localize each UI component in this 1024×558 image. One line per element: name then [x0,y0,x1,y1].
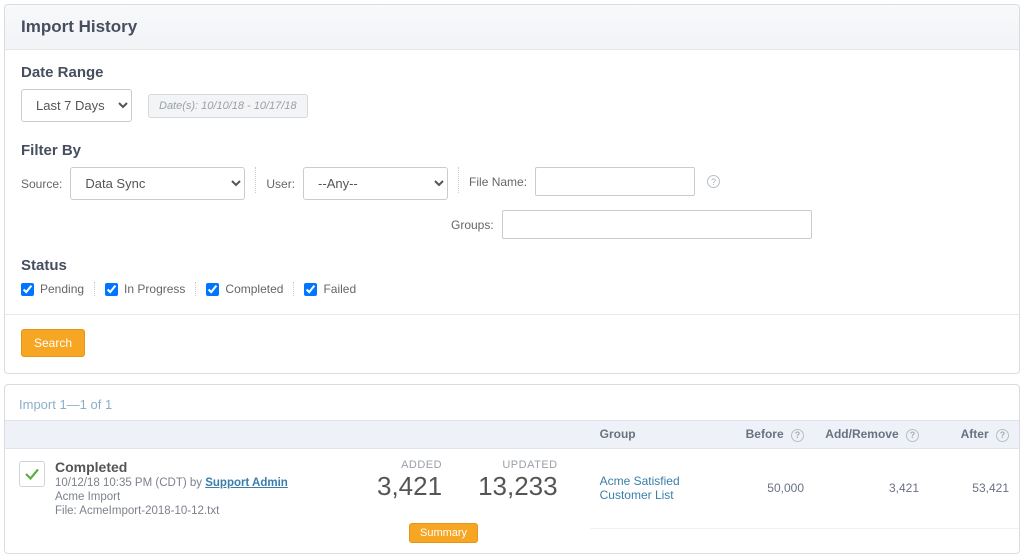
user-filter: User: --Any-- [266,167,448,200]
source-select[interactable]: Data Sync [70,167,245,200]
import-timestamp: 10/12/18 10:35 PM (CDT) [55,477,190,489]
pending-text: Pending [40,282,84,296]
import-name: Acme Import [55,491,288,503]
failed-text: Failed [323,282,356,296]
spacer-header [5,421,590,449]
page-title: Import History [21,17,1003,37]
group-table: Group Before ? Add/Remove ? After ? [5,420,1019,553]
status-pending[interactable]: Pending [21,282,84,296]
group-link[interactable]: Acme Satisfied Customer List [600,474,680,502]
separator [458,167,459,193]
filename-filter: File Name: ? [469,167,720,196]
pending-checkbox[interactable] [21,283,34,296]
result-left: Completed 10/12/18 10:35 PM (CDT) by Sup… [19,459,349,517]
date-range-label: Date Range [21,64,1003,81]
completed-text: Completed [225,282,283,296]
groups-input[interactable] [502,210,812,239]
in-progress-checkbox[interactable] [105,283,118,296]
divider [5,314,1019,315]
source-filter: Source: Data Sync [21,167,245,200]
date-range-row: Last 7 Days Date(s): 10/10/18 - 10/17/18 [21,89,1003,122]
help-icon[interactable]: ? [707,175,720,188]
help-icon[interactable]: ? [791,429,804,442]
failed-checkbox[interactable] [304,283,317,296]
checkmark-icon [23,465,41,483]
col-addremove-text: Add/Remove [825,427,898,441]
help-icon[interactable]: ? [996,429,1009,442]
updated-stat: UPDATED 13,233 [460,459,576,517]
col-after-text: After [961,427,989,441]
before-cell: 50,000 [724,448,814,528]
summary-button[interactable]: Summary [409,523,478,543]
panel-header: Import History [5,5,1019,50]
added-value: 3,421 [377,471,442,502]
table-header-row: Group Before ? Add/Remove ? After ? [5,421,1019,449]
results-title: Import 1—1 of 1 [5,385,1019,420]
result-stats: ADDED 3,421 UPDATED 13,233 [359,459,576,517]
separator [255,167,256,193]
col-addremove: Add/Remove ? [814,421,929,449]
user-label: User: [266,177,295,191]
import-file: File: AcmeImport-2018-10-12.txt [55,505,288,517]
filter-by-label: Filter By [21,142,1003,159]
after-cell: 53,421 [929,448,1019,528]
col-before-text: Before [746,427,784,441]
completed-checkbox[interactable] [206,283,219,296]
separator [293,282,294,296]
filter-row-2: Groups: [451,210,1003,239]
source-label: Source: [21,177,62,191]
group-row: Completed 10/12/18 10:35 PM (CDT) by Sup… [5,448,1019,528]
added-stat: ADDED 3,421 [359,459,460,517]
in-progress-text: In Progress [124,282,185,296]
date-range-select[interactable]: Last 7 Days [21,89,132,122]
status-failed[interactable]: Failed [304,282,356,296]
groups-label: Groups: [451,218,494,232]
status-row: Pending In Progress Completed Failed [21,282,1003,296]
separator [94,282,95,296]
addremove-cell: 3,421 [814,448,929,528]
col-after: After ? [929,421,1019,449]
filename-label: File Name: [469,175,527,189]
status-in-progress[interactable]: In Progress [105,282,185,296]
import-meta: 10/12/18 10:35 PM (CDT) by Support Admin [55,477,288,489]
updated-value: 13,233 [478,471,558,502]
import-history-panel: Import History Date Range Last 7 Days Da… [4,4,1020,374]
filename-input[interactable] [535,167,695,196]
date-range-chip: Date(s): 10/10/18 - 10/17/18 [148,94,308,118]
by-word: by [190,477,205,489]
filters-body: Date Range Last 7 Days Date(s): 10/10/18… [5,50,1019,373]
groups-filter: Groups: [451,210,812,239]
user-select[interactable]: --Any-- [303,167,448,200]
help-icon[interactable]: ? [906,429,919,442]
import-author[interactable]: Support Admin [205,477,288,489]
results-panel: Import 1—1 of 1 Group Before ? Add/Remov… [4,384,1020,554]
col-before: Before ? [724,421,814,449]
group-name-cell: Acme Satisfied Customer List [590,448,724,528]
separator [195,282,196,296]
status-label: Status [21,257,1003,274]
status-completed[interactable]: Completed [206,282,283,296]
import-status: Completed [55,459,288,475]
added-label: ADDED [377,459,442,471]
col-group: Group [590,421,724,449]
status-check-icon [19,461,45,487]
filter-row-1: Source: Data Sync User: --Any-- File Nam… [21,167,1003,200]
updated-label: UPDATED [478,459,558,471]
search-button[interactable]: Search [21,329,85,357]
